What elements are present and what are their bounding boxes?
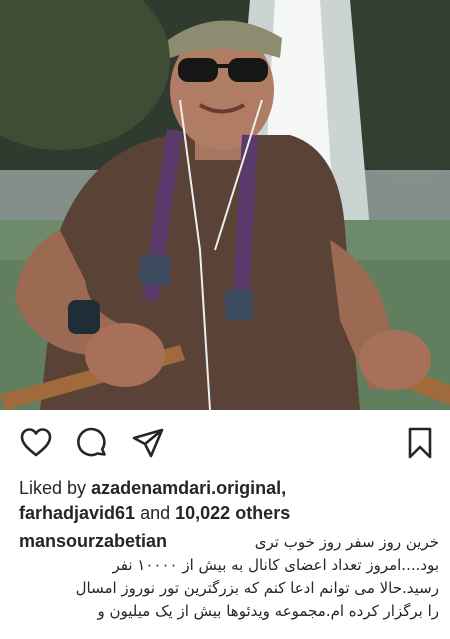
likes-prefix: Liked by: [19, 478, 87, 498]
bookmark-icon[interactable]: [403, 426, 437, 460]
caption-line-1: خرین روز سفر روز خوب تری: [254, 533, 439, 551]
post-caption: mansourzabetian خرین روز سفر روز خوب تری…: [19, 530, 439, 623]
liker-username-2[interactable]: farhadjavid61: [19, 503, 135, 523]
comment-bubble-icon[interactable]: [75, 426, 109, 460]
paper-plane-icon[interactable]: [131, 426, 165, 460]
caption-username[interactable]: mansourzabetian: [19, 530, 167, 553]
post-actions-bar: [0, 420, 450, 466]
caption-line-4: را برگزار کرده ام.مجموعه ویدئوها بیش از …: [97, 602, 439, 620]
post-photo[interactable]: [0, 0, 450, 410]
heart-icon[interactable]: [19, 426, 53, 460]
liker-username-1[interactable]: azadenamdari.original: [91, 478, 281, 498]
likes-summary: Liked by azadenamdari.original, farhadja…: [19, 476, 439, 526]
caption-line-3: رسید.حالا می توانم ادعا کنم که بزرگترین …: [75, 579, 439, 597]
likes-comma: ,: [281, 478, 287, 498]
likes-count[interactable]: 10,022 others: [175, 503, 290, 523]
caption-line-2: بود....امروز تعداد اعضای کانال به بیش از…: [112, 556, 439, 574]
photo-illustration: [0, 0, 450, 410]
likes-and: and: [140, 503, 171, 523]
